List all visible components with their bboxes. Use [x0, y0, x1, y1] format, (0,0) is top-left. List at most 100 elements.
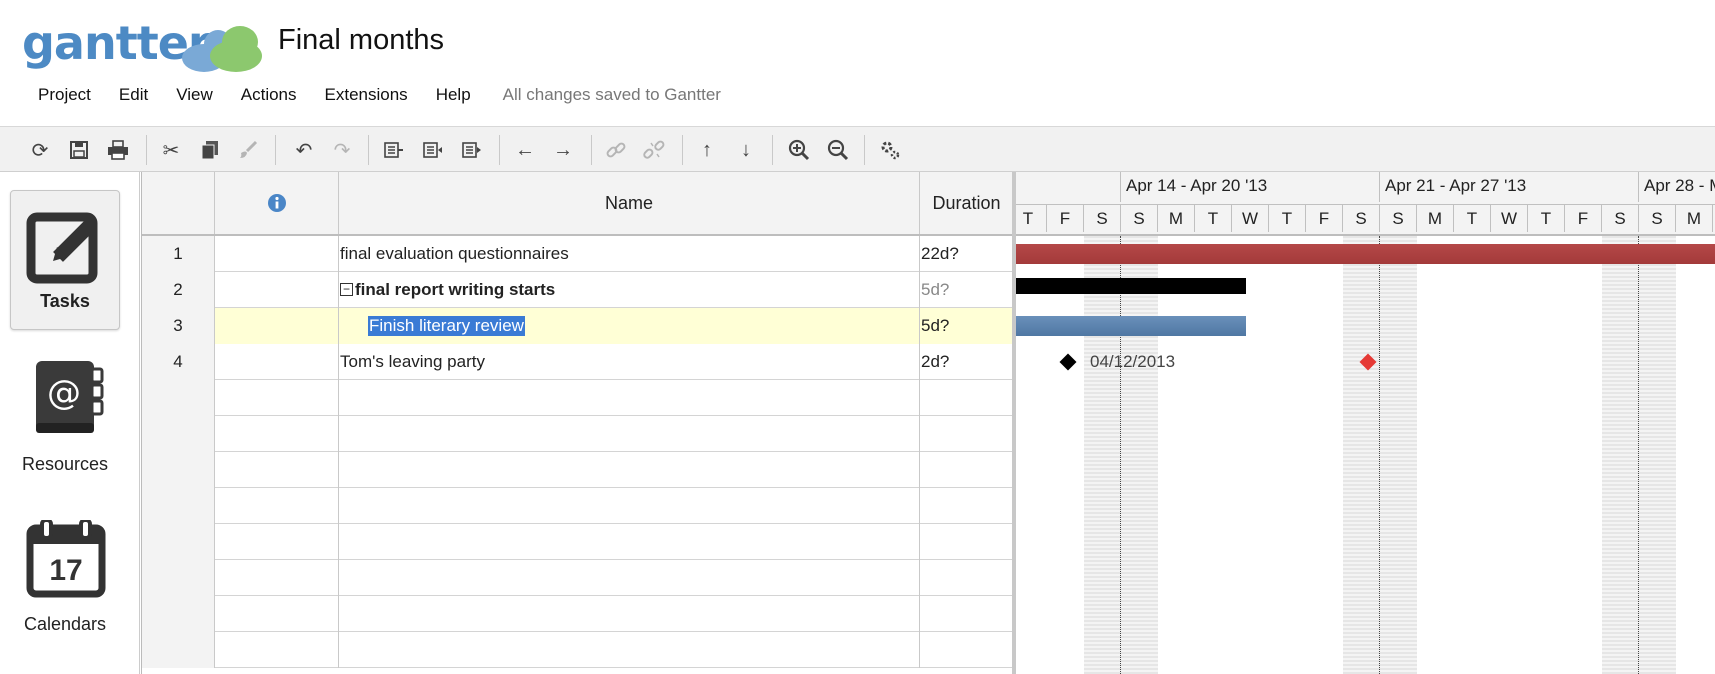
zoom-out-icon[interactable]: [824, 136, 852, 164]
cell-rownum[interactable]: [142, 524, 215, 560]
table-row[interactable]: [142, 380, 1014, 416]
task-duration[interactable]: 2d?: [921, 352, 949, 372]
cell-rownum[interactable]: 1: [142, 236, 215, 272]
save-icon[interactable]: [65, 136, 93, 164]
name-column-header[interactable]: Name: [339, 172, 920, 234]
cell-rownum[interactable]: [142, 488, 215, 524]
insert-task-icon[interactable]: [380, 136, 408, 164]
cell-duration[interactable]: 5d?: [920, 272, 1014, 308]
task-name[interactable]: Finish literary review: [368, 316, 525, 336]
nav-calendars[interactable]: 17 Calendars: [10, 520, 120, 660]
cell-info[interactable]: [215, 416, 339, 452]
indent-icon[interactable]: [458, 136, 486, 164]
task-name[interactable]: final evaluation questionnaires: [340, 244, 569, 264]
copy-icon[interactable]: [196, 136, 224, 164]
cell-name[interactable]: [339, 416, 920, 452]
cell-duration[interactable]: 2d?: [920, 344, 1014, 380]
table-row[interactable]: 1 final evaluation questionnaires 22d?: [142, 236, 1014, 272]
menu-edit[interactable]: Edit: [105, 85, 162, 105]
cell-duration[interactable]: [920, 596, 1014, 632]
collapse-toggle-icon[interactable]: −: [340, 282, 353, 296]
gantter-logo[interactable]: gantter: [22, 14, 267, 72]
cell-duration[interactable]: [920, 524, 1014, 560]
table-row[interactable]: 4 Tom's leaving party 2d?: [142, 344, 1014, 380]
cell-rownum[interactable]: [142, 560, 215, 596]
cell-info[interactable]: [215, 308, 339, 344]
info-column-header[interactable]: [215, 172, 339, 234]
cell-duration[interactable]: 5d?: [920, 308, 1014, 344]
table-row[interactable]: [142, 596, 1014, 632]
cell-rownum[interactable]: 2: [142, 272, 215, 308]
cell-info[interactable]: [215, 632, 339, 668]
nav-resources[interactable]: @ Resources: [10, 357, 120, 497]
task-duration[interactable]: 5d?: [921, 316, 949, 336]
cell-rownum[interactable]: [142, 596, 215, 632]
cell-name[interactable]: [339, 380, 920, 416]
arrow-up-icon[interactable]: ↑: [693, 136, 721, 164]
cell-info[interactable]: [215, 236, 339, 272]
cell-info[interactable]: [215, 344, 339, 380]
cell-name[interactable]: [339, 488, 920, 524]
table-row[interactable]: [142, 452, 1014, 488]
cell-name[interactable]: final evaluation questionnaires: [339, 236, 920, 272]
task-name[interactable]: final report writing starts: [355, 280, 555, 300]
cell-name[interactable]: [339, 452, 920, 488]
summary-bar[interactable]: [1016, 278, 1246, 294]
paint-brush-icon[interactable]: [234, 136, 262, 164]
link-icon[interactable]: [602, 136, 630, 164]
cell-name[interactable]: [339, 596, 920, 632]
cell-name[interactable]: [339, 632, 920, 668]
cell-info[interactable]: [215, 488, 339, 524]
cell-name[interactable]: [339, 524, 920, 560]
menu-actions[interactable]: Actions: [227, 85, 311, 105]
cell-rownum[interactable]: [142, 452, 215, 488]
cell-duration[interactable]: [920, 560, 1014, 596]
cell-rownum[interactable]: [142, 380, 215, 416]
menu-project[interactable]: Project: [24, 85, 105, 105]
table-row[interactable]: [142, 488, 1014, 524]
cut-icon[interactable]: ✂: [157, 136, 185, 164]
task-bar[interactable]: [1016, 244, 1715, 264]
task-duration[interactable]: 22d?: [921, 244, 959, 264]
project-title[interactable]: Final months: [278, 24, 444, 57]
cell-name[interactable]: − final report writing starts: [339, 272, 920, 308]
table-row[interactable]: [142, 560, 1014, 596]
cell-info[interactable]: [215, 272, 339, 308]
table-row[interactable]: [142, 632, 1014, 668]
cell-rownum[interactable]: [142, 416, 215, 452]
milestone-marker[interactable]: [1059, 353, 1077, 371]
cell-duration[interactable]: [920, 452, 1014, 488]
task-name[interactable]: Tom's leaving party: [340, 352, 485, 372]
cell-info[interactable]: [215, 596, 339, 632]
undo-icon[interactable]: ↶: [290, 136, 318, 164]
cell-rownum[interactable]: [142, 632, 215, 668]
table-row[interactable]: [142, 416, 1014, 452]
cell-duration[interactable]: 22d?: [920, 236, 1014, 272]
task-duration[interactable]: 5d?: [921, 280, 949, 300]
cell-duration[interactable]: [920, 416, 1014, 452]
table-row[interactable]: [142, 524, 1014, 560]
cell-name[interactable]: [339, 560, 920, 596]
menu-extensions[interactable]: Extensions: [311, 85, 422, 105]
cell-rownum[interactable]: 3: [142, 308, 215, 344]
arrow-down-icon[interactable]: ↓: [732, 136, 760, 164]
subtask-bar[interactable]: [1016, 316, 1246, 336]
arrow-right-icon[interactable]: →: [549, 136, 577, 164]
zoom-in-icon[interactable]: [785, 136, 813, 164]
cell-duration[interactable]: [920, 380, 1014, 416]
redo-icon[interactable]: ↷: [328, 136, 356, 164]
print-icon[interactable]: [104, 136, 132, 164]
cell-name[interactable]: Tom's leaving party: [339, 344, 920, 380]
arrow-left-icon[interactable]: ←: [511, 136, 539, 164]
cell-duration[interactable]: [920, 632, 1014, 668]
cell-duration[interactable]: [920, 488, 1014, 524]
settings-icon[interactable]: [876, 136, 904, 164]
menu-view[interactable]: View: [162, 85, 227, 105]
cell-name[interactable]: Finish literary review: [339, 308, 920, 344]
table-row[interactable]: 2− final report writing starts 5d?: [142, 272, 1014, 308]
duration-column-header[interactable]: Duration: [920, 172, 1014, 234]
table-row[interactable]: 3 Finish literary review 5d?: [142, 308, 1014, 344]
cell-rownum[interactable]: 4: [142, 344, 215, 380]
unlink-icon[interactable]: [640, 136, 668, 164]
cell-info[interactable]: [215, 452, 339, 488]
